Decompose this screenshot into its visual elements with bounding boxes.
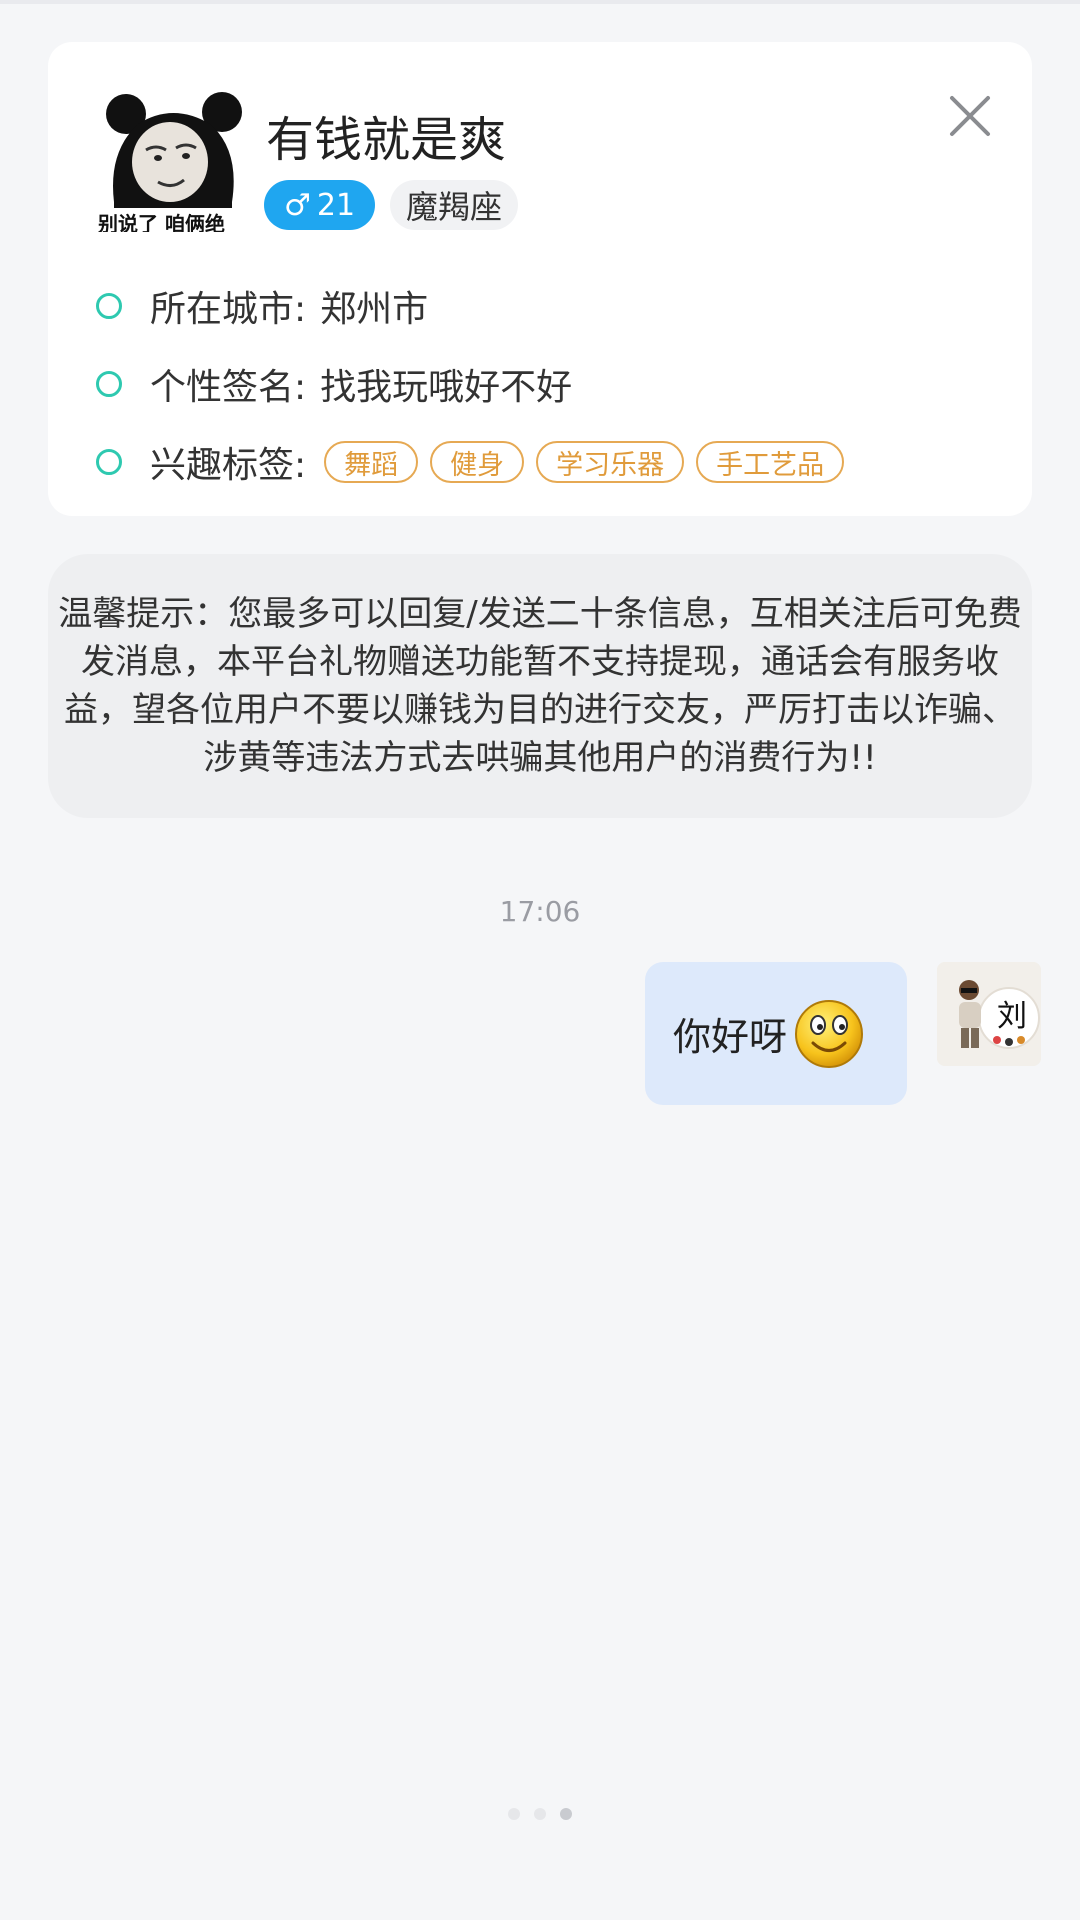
profile-card: 别说了 咱俩绝 有钱就是爽 ♂ 21 魔羯座 所在城市: 郑州市 个性签名: 找… xyxy=(48,42,1032,516)
profile-avatar[interactable]: 别说了 咱俩绝 xyxy=(98,82,248,232)
page-dot xyxy=(534,1808,546,1820)
page-dot xyxy=(508,1808,520,1820)
notice-text: 温馨提示：您最多可以回复/发送二十条信息，互相关注后可免费发消息，本平台礼物赠送… xyxy=(58,594,1022,778)
interest-tag: 学习乐器 xyxy=(536,441,685,483)
message-bubble-outgoing[interactable]: 你好呀 xyxy=(645,962,907,1105)
top-divider xyxy=(0,0,1080,4)
profile-username: 有钱就是爽 xyxy=(266,112,507,168)
male-icon: ♂ xyxy=(284,187,311,223)
circle-bullet-icon xyxy=(96,449,122,475)
age-value: 21 xyxy=(316,187,356,223)
interest-tag: 健身 xyxy=(430,441,525,483)
signature-label: 个性签名: xyxy=(150,367,307,408)
city-value: 郑州市 xyxy=(320,289,429,330)
interests-label: 兴趣标签: xyxy=(150,445,307,486)
my-avatar[interactable]: 刘 xyxy=(937,962,1041,1066)
message-text: 你好呀 xyxy=(673,1015,788,1059)
zodiac-label: 魔羯座 xyxy=(406,188,503,226)
interest-tag: 舞蹈 xyxy=(324,441,419,483)
page-dot-active xyxy=(560,1808,572,1820)
avatar-char: 刘 xyxy=(997,999,1027,1034)
page-indicator xyxy=(0,1808,1080,1820)
kid-avatar-image: 刘 xyxy=(937,962,1041,1066)
circle-bullet-icon xyxy=(96,293,122,319)
interests-row: 兴趣标签: 舞蹈 健身 学习乐器 手工艺品 xyxy=(96,436,845,488)
zodiac-badge: 魔羯座 xyxy=(390,180,519,230)
gender-age-badge: ♂ 21 xyxy=(264,180,376,230)
close-icon xyxy=(950,96,990,136)
signature-value: 找我玩哦好不好 xyxy=(320,367,573,408)
message-timestamp: 17:06 xyxy=(499,895,581,928)
city-label: 所在城市: xyxy=(150,289,307,330)
warm-tip-notice: 温馨提示：您最多可以回复/发送二十条信息，互相关注后可免费发消息，本平台礼物赠送… xyxy=(48,554,1032,818)
smile-emoji xyxy=(795,999,864,1068)
signature-row: 个性签名: 找我玩哦好不好 xyxy=(96,358,572,410)
interest-tags: 舞蹈 健身 学习乐器 手工艺品 xyxy=(324,441,845,483)
interest-tag: 手工艺品 xyxy=(696,441,845,483)
city-row: 所在城市: 郑州市 xyxy=(96,280,428,332)
close-button[interactable] xyxy=(936,82,1004,150)
circle-bullet-icon xyxy=(96,371,122,397)
avatar-caption: 别说了 咱俩绝 xyxy=(98,212,225,232)
